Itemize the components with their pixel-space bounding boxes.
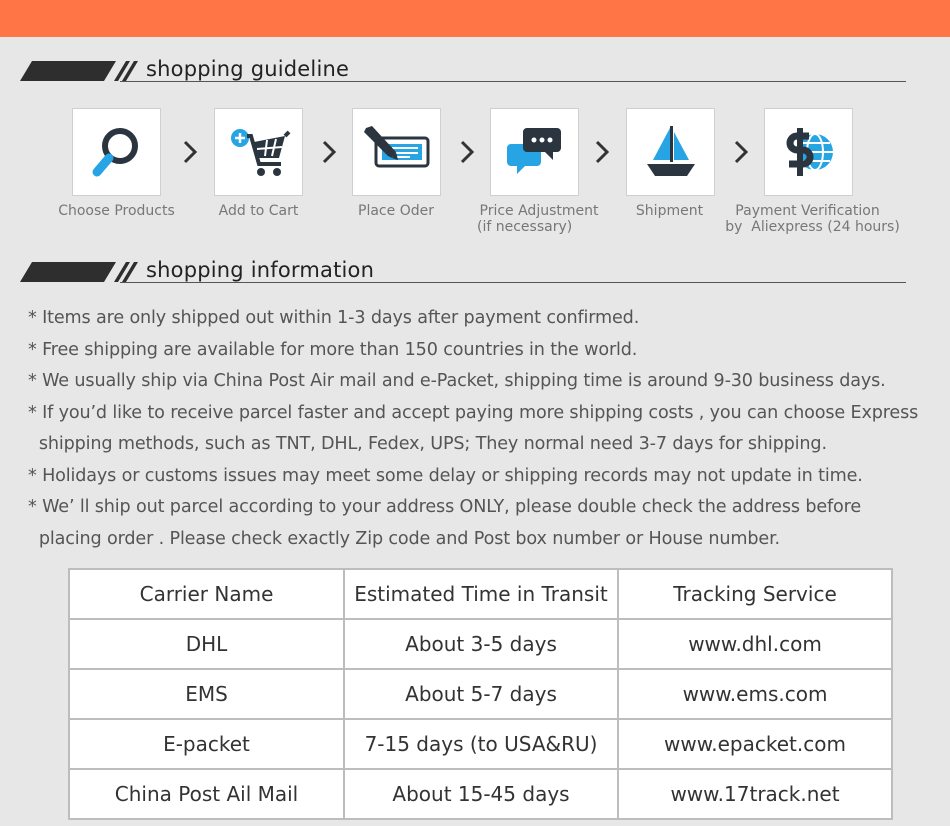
dollar-globe-icon <box>786 128 833 176</box>
step-label: Shipment <box>635 203 704 219</box>
chevron-right-icon <box>322 140 337 164</box>
step-label: Add to Cart <box>218 203 299 219</box>
tracking-service-cell: www.ems.com <box>617 668 893 720</box>
step-label-line: Payment Verification <box>735 203 880 219</box>
chevron-right-icon <box>460 140 475 164</box>
table-row: China Post Ail Mail About 15-45 days www… <box>68 768 893 820</box>
info-item: * Holidays or customs issues may meet so… <box>28 465 863 486</box>
section-divider <box>120 81 906 82</box>
table-row: EMS About 5-7 days www.ems.com <box>68 668 893 720</box>
section-title: shopping information <box>146 258 375 282</box>
step-label-line: by Aliexpress (24 hours) <box>725 219 900 235</box>
shopping-information-header: shopping information <box>20 258 906 288</box>
table-row: DHL About 3-5 days www.dhl.com <box>68 618 893 670</box>
shopping-guideline-header: shopping guideline <box>20 57 906 87</box>
tracking-service-cell: www.17track.net <box>617 768 893 820</box>
step-shipment <box>626 108 715 196</box>
carrier-name-cell: EMS <box>68 668 345 720</box>
table-row: E-packet 7-15 days (to USA&RU) www.epack… <box>68 718 893 770</box>
tracking-service-cell: www.dhl.com <box>617 618 893 670</box>
check-pen-icon <box>363 126 429 168</box>
info-item-continuation: placing order . Please check exactly Zip… <box>28 528 780 549</box>
table-header-row: Carrier Name Estimated Time in Transit T… <box>68 568 893 620</box>
step-label-line: Price Adjustment <box>479 203 599 219</box>
shipping-info-list: * Items are only shipped out within 1-3 … <box>28 303 928 555</box>
magnifier-icon <box>92 128 138 177</box>
step-add-to-cart <box>214 108 303 196</box>
transit-time-cell: About 3-5 days <box>343 618 619 670</box>
info-item-continuation: shipping methods, such as TNT, DHL, Fede… <box>28 434 827 454</box>
section-title: shopping guideline <box>146 57 350 81</box>
table-header-cell: Tracking Service <box>617 568 893 620</box>
top-banner-bar <box>0 0 950 37</box>
table-header-cell: Estimated Time in Transit <box>343 568 619 620</box>
table-header-cell: Carrier Name <box>68 568 345 620</box>
carrier-name-cell: E-packet <box>68 718 345 770</box>
step-payment-verification <box>764 108 853 196</box>
chevron-right-icon <box>183 140 198 164</box>
step-label: Choose Products <box>58 203 175 219</box>
info-item: * We usually ship via China Post Air mai… <box>28 371 886 391</box>
header-stripe-decoration <box>20 61 138 81</box>
info-item: * Free shipping are available for more t… <box>28 339 638 360</box>
section-divider <box>120 282 906 283</box>
header-stripe-decoration <box>20 262 138 282</box>
transit-time-cell: About 15-45 days <box>343 768 619 820</box>
tracking-service-cell: www.epacket.com <box>617 718 893 770</box>
info-item: * If you’d like to receive parcel faster… <box>28 402 919 423</box>
sailboat-icon <box>646 126 695 176</box>
step-price-adjustment <box>490 108 579 196</box>
transit-time-cell: About 5-7 days <box>343 668 619 720</box>
shopping-cart-icon <box>230 129 290 176</box>
step-place-order <box>352 108 441 196</box>
shipping-carrier-table: Carrier Name Estimated Time in Transit T… <box>68 568 893 820</box>
transit-time-cell: 7-15 days (to USA&RU) <box>343 718 619 770</box>
step-choose-products <box>72 108 161 196</box>
chat-bubbles-icon <box>506 128 561 174</box>
step-label-multiline: Price Adjustment (if necessary) <box>472 203 606 235</box>
chevron-right-icon <box>734 140 749 164</box>
info-item: * We’ ll ship out parcel according to yo… <box>28 497 862 517</box>
info-item: * Items are only shipped out within 1-3 … <box>28 308 640 328</box>
carrier-name-cell: China Post Ail Mail <box>68 768 345 820</box>
step-label: Place Oder <box>358 203 434 219</box>
chevron-right-icon <box>595 140 610 164</box>
carrier-name-cell: DHL <box>68 618 345 670</box>
step-label-multiline: Payment Verification by Aliexpress (24 h… <box>720 203 905 235</box>
step-label-line: (if necessary) <box>477 219 573 235</box>
